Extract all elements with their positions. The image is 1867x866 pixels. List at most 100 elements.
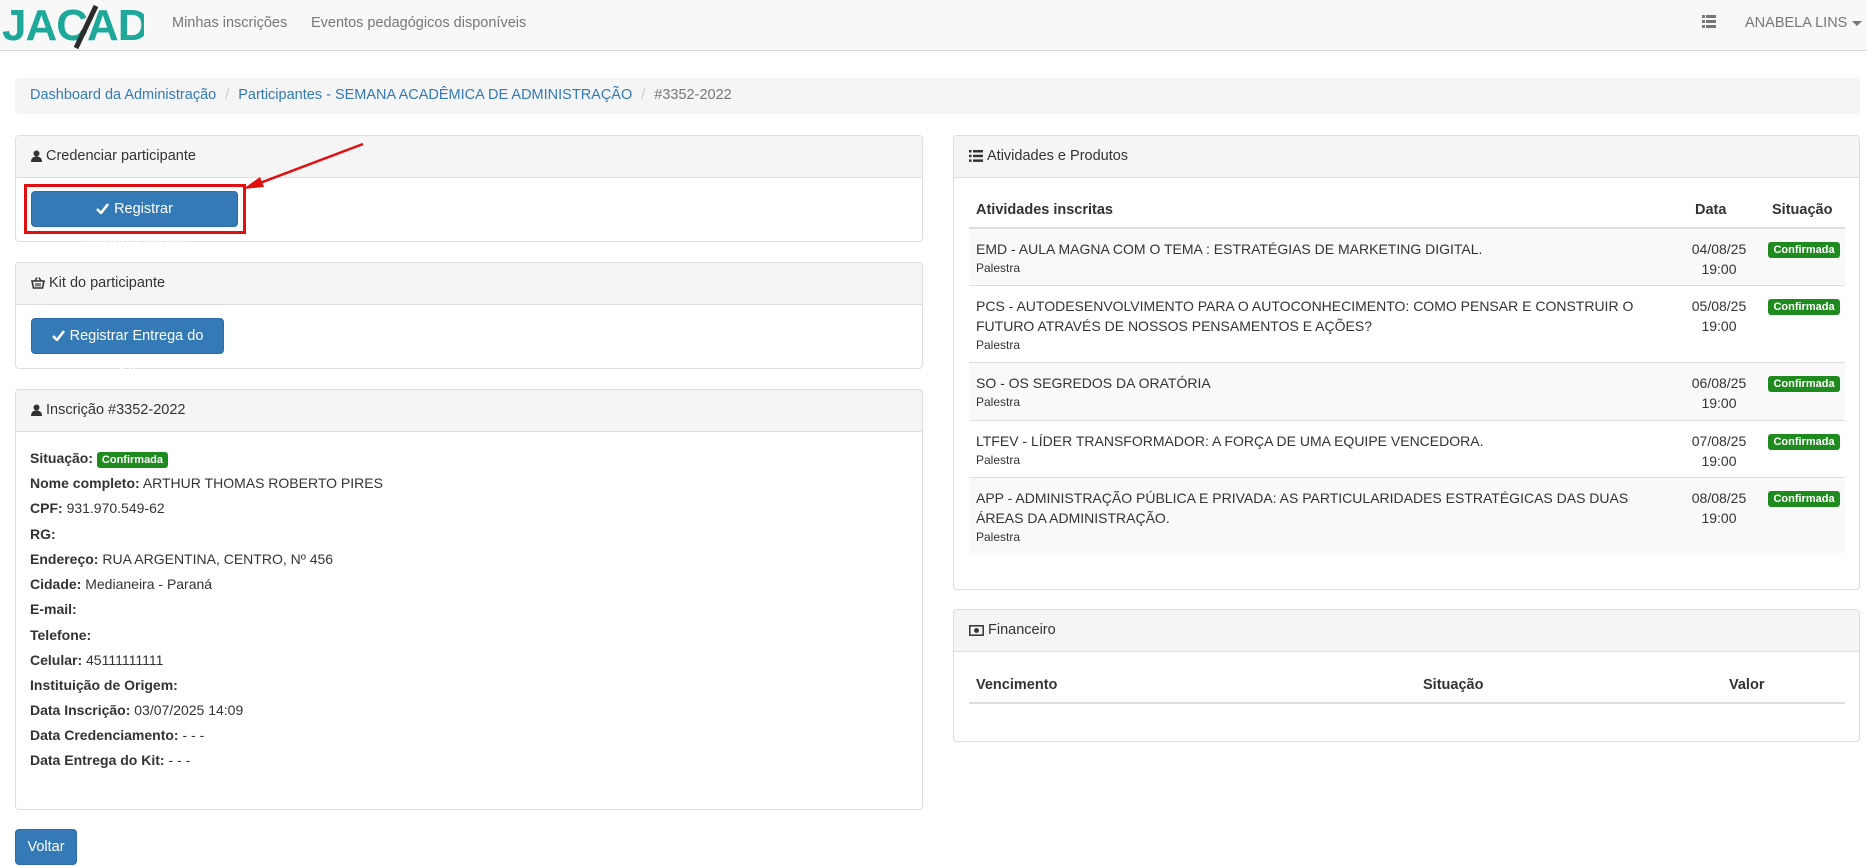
info-label: Nome completo: (30, 475, 140, 491)
info-telefone: Telefone: (30, 627, 91, 643)
inscricao-panel-heading: Inscrição #3352-2022 (16, 390, 922, 432)
navbar: JACAD Minhas inscrições Eventos pedagógi… (0, 0, 1867, 51)
registrar-entrega-kit-label: Registrar Entrega do Kit (69, 328, 204, 378)
financeiro-header-divider (969, 702, 1845, 704)
info-value: ARTHUR THOMAS ROBERTO PIRES (142, 475, 383, 491)
info-cpf: CPF: 931.970.549-62 (30, 500, 165, 516)
credenciar-panel-heading: Credenciar participante (16, 136, 922, 178)
user-icon (31, 150, 42, 162)
activity-date: 05/08/25 19:00 (1679, 296, 1759, 336)
info-situacao: Situação: Confirmada (30, 450, 169, 468)
activity-title: APP - ADMINISTRAÇÃO PÚBLICA E PRIVADA: A… (976, 488, 1656, 528)
basket-icon (31, 277, 45, 289)
user-name: ANABELA LINS (1745, 15, 1848, 31)
breadcrumb-current: #3352-2022 (654, 87, 732, 103)
info-label: Data Inscrição: (30, 702, 131, 718)
status-badge: Confirmada (1768, 491, 1840, 507)
date-value: 04/08/25 (1691, 241, 1747, 257)
status-badge: Confirmada (1768, 434, 1840, 450)
info-label: Data Credenciamento: (30, 727, 179, 743)
table-row: LTFEV - LÍDER TRANSFORMADOR: A FORÇA DE … (969, 421, 1845, 477)
activity-type: Palestra (976, 395, 1021, 409)
activity-title: LTFEV - LÍDER TRANSFORMADOR: A FORÇA DE … (976, 433, 1484, 449)
time-value: 19:00 (1701, 395, 1737, 411)
breadcrumb-participantes[interactable]: Participantes - SEMANA ACADÊMICA DE ADMI… (238, 87, 632, 103)
status-badge: Confirmada (96, 452, 169, 468)
activity-date: 04/08/25 19:00 (1679, 239, 1759, 279)
activity-title: EMD - AULA MAGNA COM O TEMA : ESTRATÉGIA… (976, 241, 1483, 257)
info-value: - - - (168, 752, 191, 768)
info-value: 03/07/2025 14:09 (134, 702, 244, 718)
table-row: PCS - AUTODESENVOLVIMENTO PARA O AUTOCON… (969, 286, 1845, 362)
breadcrumb-dashboard[interactable]: Dashboard da Administração (30, 87, 216, 103)
time-value: 19:00 (1701, 453, 1737, 469)
chevron-down-icon (1852, 20, 1863, 26)
info-nome: Nome completo: ARTHUR THOMAS ROBERTO PIR… (30, 475, 383, 491)
money-icon (969, 625, 984, 636)
activity-date: 08/08/25 19:00 (1679, 488, 1759, 528)
info-value: 931.970.549-62 (66, 500, 165, 516)
breadcrumb: Dashboard da Administração / Participantes… (15, 78, 1860, 114)
registrar-entrega-kit-button[interactable]: Registrar Entrega do Kit (31, 318, 224, 378)
info-endereco: Endereço: RUA ARGENTINA, CENTRO, Nº 456 (30, 551, 333, 567)
date-value: 07/08/25 (1691, 433, 1747, 449)
activity-date: 06/08/25 19:00 (1679, 373, 1759, 413)
atividades-panel-heading: Atividades e Produtos (954, 136, 1859, 178)
time-value: 19:00 (1701, 510, 1737, 526)
activity-title: PCS - AUTODESENVOLVIMENTO PARA O AUTOCON… (976, 296, 1656, 336)
activity-type: Palestra (976, 261, 1021, 275)
voltar-button[interactable]: Voltar (15, 829, 77, 865)
info-label: Telefone: (30, 627, 92, 643)
info-rg: RG: (30, 526, 56, 542)
status-badge: Confirmada (1768, 376, 1840, 392)
title-line: PCS - AUTODESENVOLVIMENTO PARA O AUTOCON… (976, 298, 1634, 314)
activity-type: Palestra (976, 338, 1021, 352)
svg-text:JACAD: JACAD (2, 2, 144, 50)
check-icon (51, 330, 65, 342)
nav-minhas-inscricoes[interactable]: Minhas inscrições (172, 15, 287, 31)
header-vencimento: Vencimento (976, 677, 1058, 693)
header-valor: Valor (1729, 677, 1765, 693)
inscricao-title: Inscrição #3352-2022 (46, 402, 186, 418)
activity-status: Confirmada (1764, 432, 1844, 450)
info-value: Medianeira - Paraná (85, 576, 213, 592)
header-situacao: Situação (1772, 202, 1833, 218)
info-instituicao: Instituição de Origem: (30, 677, 178, 693)
info-label: Instituição de Origem: (30, 677, 178, 693)
title-line: APP - ADMINISTRAÇÃO PÚBLICA E PRIVADA: A… (976, 490, 1629, 506)
title-line: ÁREAS DA ADMINISTRAÇÃO. (976, 510, 1170, 526)
info-label: Celular: (30, 652, 83, 668)
info-value: RUA ARGENTINA, CENTRO, Nº 456 (102, 551, 334, 567)
table-row: EMD - AULA MAGNA COM O TEMA : ESTRATÉGIA… (969, 229, 1845, 284)
atividades-title: Atividades e Produtos (987, 148, 1129, 164)
nav-eventos-pedagogicos[interactable]: Eventos pedagógicos disponíveis (311, 15, 526, 31)
info-label: Endereço: (30, 551, 99, 567)
financeiro-panel-heading: Financeiro (954, 610, 1859, 652)
info-label: RG: (30, 526, 56, 542)
user-icon (31, 404, 42, 416)
credenciar-title: Credenciar participante (46, 148, 196, 164)
header-data: Data (1695, 202, 1727, 218)
user-menu[interactable]: ANABELA LINS (1745, 15, 1863, 31)
status-badge: Confirmada (1768, 242, 1840, 258)
list-icon (969, 150, 983, 162)
info-label: Cidade: (30, 576, 82, 592)
info-data-credenciamento: Data Credenciamento: - - - (30, 727, 204, 743)
arrow-annotation (243, 142, 364, 189)
info-cidade: Cidade: Medianeira - Paraná (30, 576, 212, 592)
jacad-logo[interactable]: JACAD (2, 2, 144, 50)
info-value: 45111111111 (86, 652, 164, 668)
kit-title: Kit do participante (49, 275, 166, 291)
header-situacao-fin: Situação (1423, 677, 1484, 693)
info-value: - - - (182, 727, 205, 743)
header-atividades: Atividades inscritas (976, 202, 1113, 218)
list-icon[interactable] (1702, 15, 1716, 31)
info-celular: Celular: 45111111111 (30, 652, 163, 668)
financeiro-title: Financeiro (988, 622, 1056, 638)
time-value: 19:00 (1701, 261, 1737, 277)
title-line: FUTURO ATRAVÉS DE NOSSOS PENSAMENTOS E A… (976, 318, 1372, 334)
activity-status: Confirmada (1764, 374, 1844, 392)
activity-status: Confirmada (1764, 297, 1844, 315)
breadcrumb-separator: / (225, 87, 230, 103)
status-badge: Confirmada (1768, 299, 1840, 315)
